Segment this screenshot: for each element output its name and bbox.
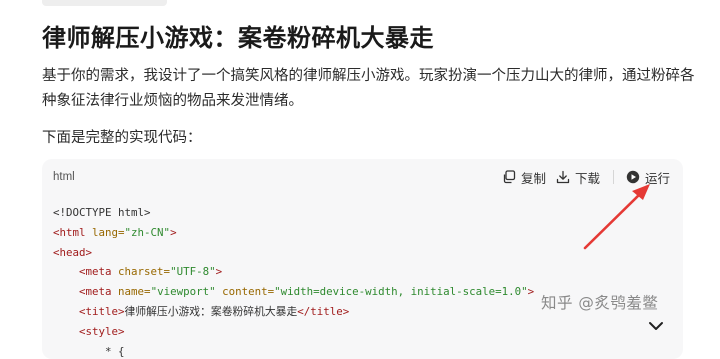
code-block: html 复制 下载 运行 <!DOCTYPE html> <html lang… (42, 159, 683, 359)
intro-paragraph: 基于你的需求，我设计了一个搞笑风格的律师解压小游戏。玩家扮演一个压力山大的律师，… (42, 68, 695, 109)
code-line: <title>律师解压小游戏：案卷粉碎机大暴走</title> (79, 304, 350, 318)
code-line: * { (105, 344, 125, 358)
run-button[interactable]: 运行 (626, 168, 670, 186)
header-separator (613, 170, 614, 184)
copy-button[interactable]: 复制 (502, 168, 546, 186)
code-line: <meta charset="UTF-8"> (79, 265, 223, 279)
code-line: <head> (53, 245, 93, 259)
download-label: 下载 (575, 170, 601, 186)
code-content: <!DOCTYPE html> <html lang="zh-CN"> <hea… (53, 203, 534, 359)
code-header: html 复制 下载 运行 (42, 159, 683, 195)
download-icon (556, 170, 570, 184)
top-stub (42, 0, 167, 6)
download-button[interactable]: 下载 (556, 168, 600, 186)
chevron-down-icon[interactable] (648, 320, 664, 332)
code-line: <html lang="zh-CN"> (53, 225, 177, 239)
run-label: 运行 (645, 170, 671, 186)
copy-label: 复制 (521, 170, 547, 186)
code-line: <meta name="viewport" content="width=dev… (79, 285, 535, 299)
code-line: <style> (79, 324, 125, 338)
watermark: 知乎 @炙鸮羞鳖 (541, 294, 659, 312)
code-line: <!DOCTYPE html> (53, 206, 151, 219)
copy-icon (503, 170, 516, 184)
code-language-label: html (53, 171, 75, 183)
page-title: 律师解压小游戏：案卷粉碎机大暴走 (42, 24, 434, 52)
play-circle-icon (626, 170, 640, 184)
code-intro-text: 下面是完整的实现代码： (42, 130, 202, 146)
